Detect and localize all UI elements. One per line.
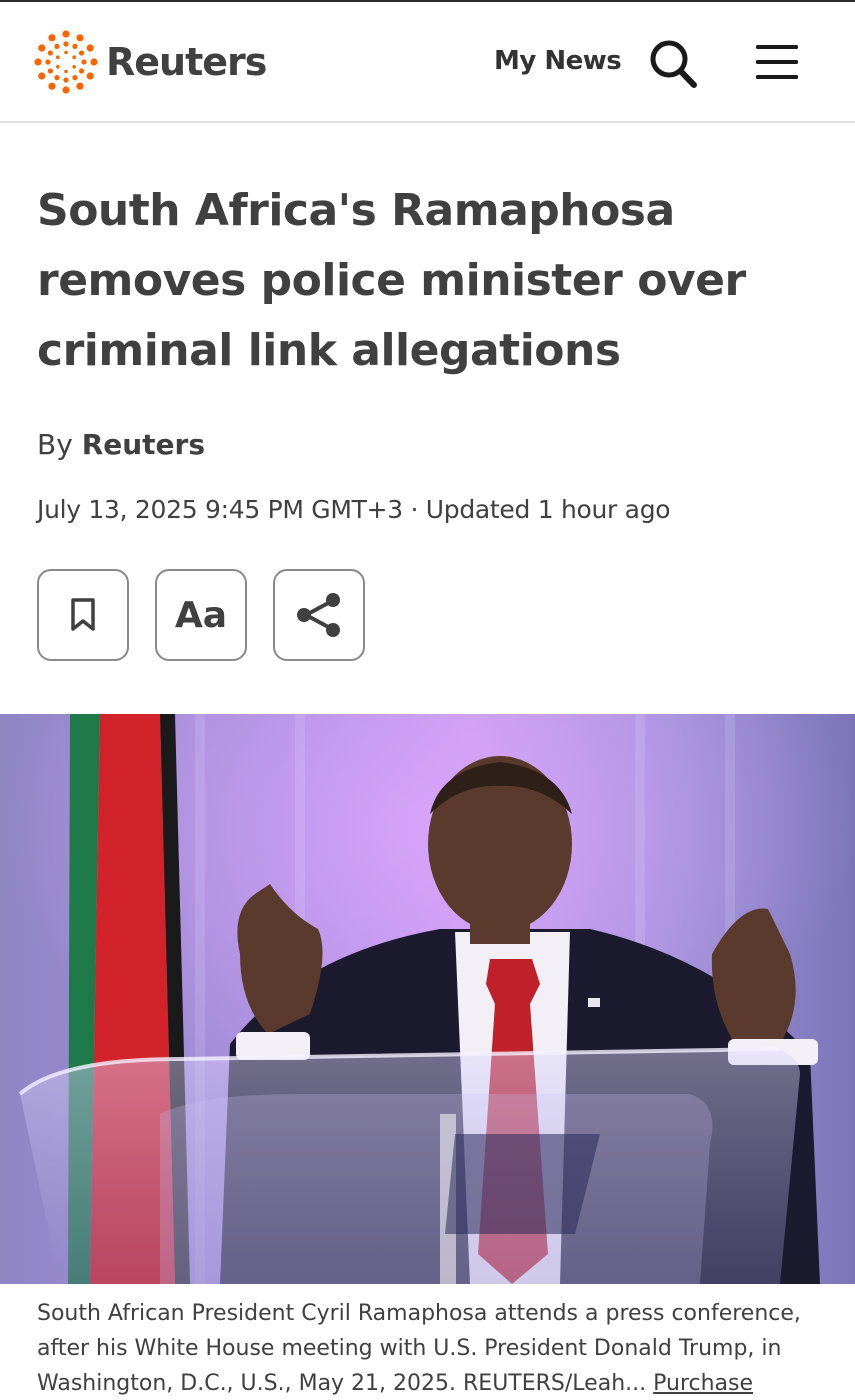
byline-author[interactable]: Reuters	[82, 428, 205, 461]
share-icon	[297, 593, 340, 637]
share-button[interactable]	[273, 569, 365, 661]
bookmark-icon	[71, 598, 95, 631]
photo-caption: South African President Cyril Ramaphosa …	[37, 1296, 827, 1400]
my-news-link[interactable]: My News	[494, 46, 622, 76]
reuters-logo-icon	[34, 30, 98, 94]
article-image	[0, 714, 855, 1284]
menu-button[interactable]	[754, 42, 800, 82]
article-dateline: July 13, 2025 9:45 PM GMT+3 · Updated 1 …	[37, 495, 671, 524]
search-button[interactable]	[645, 36, 701, 92]
brand-name: Reuters	[106, 40, 267, 84]
reuters-logo[interactable]: Reuters	[34, 30, 267, 94]
article-photo[interactable]	[0, 714, 855, 1284]
font-size-button[interactable]: Aa	[155, 569, 247, 661]
font-size-label: Aa	[174, 594, 228, 636]
search-icon	[650, 40, 697, 88]
purchase-license-link[interactable]: Purchase	[653, 1371, 753, 1396]
site-header: Reuters My News	[0, 2, 855, 123]
byline: By Reuters	[37, 428, 205, 461]
byline-prefix: By	[37, 428, 73, 461]
hamburger-menu-icon	[756, 45, 798, 79]
bookmark-button[interactable]	[37, 569, 129, 661]
article-headline: South Africa's Ramaphosa removes police …	[37, 185, 746, 376]
